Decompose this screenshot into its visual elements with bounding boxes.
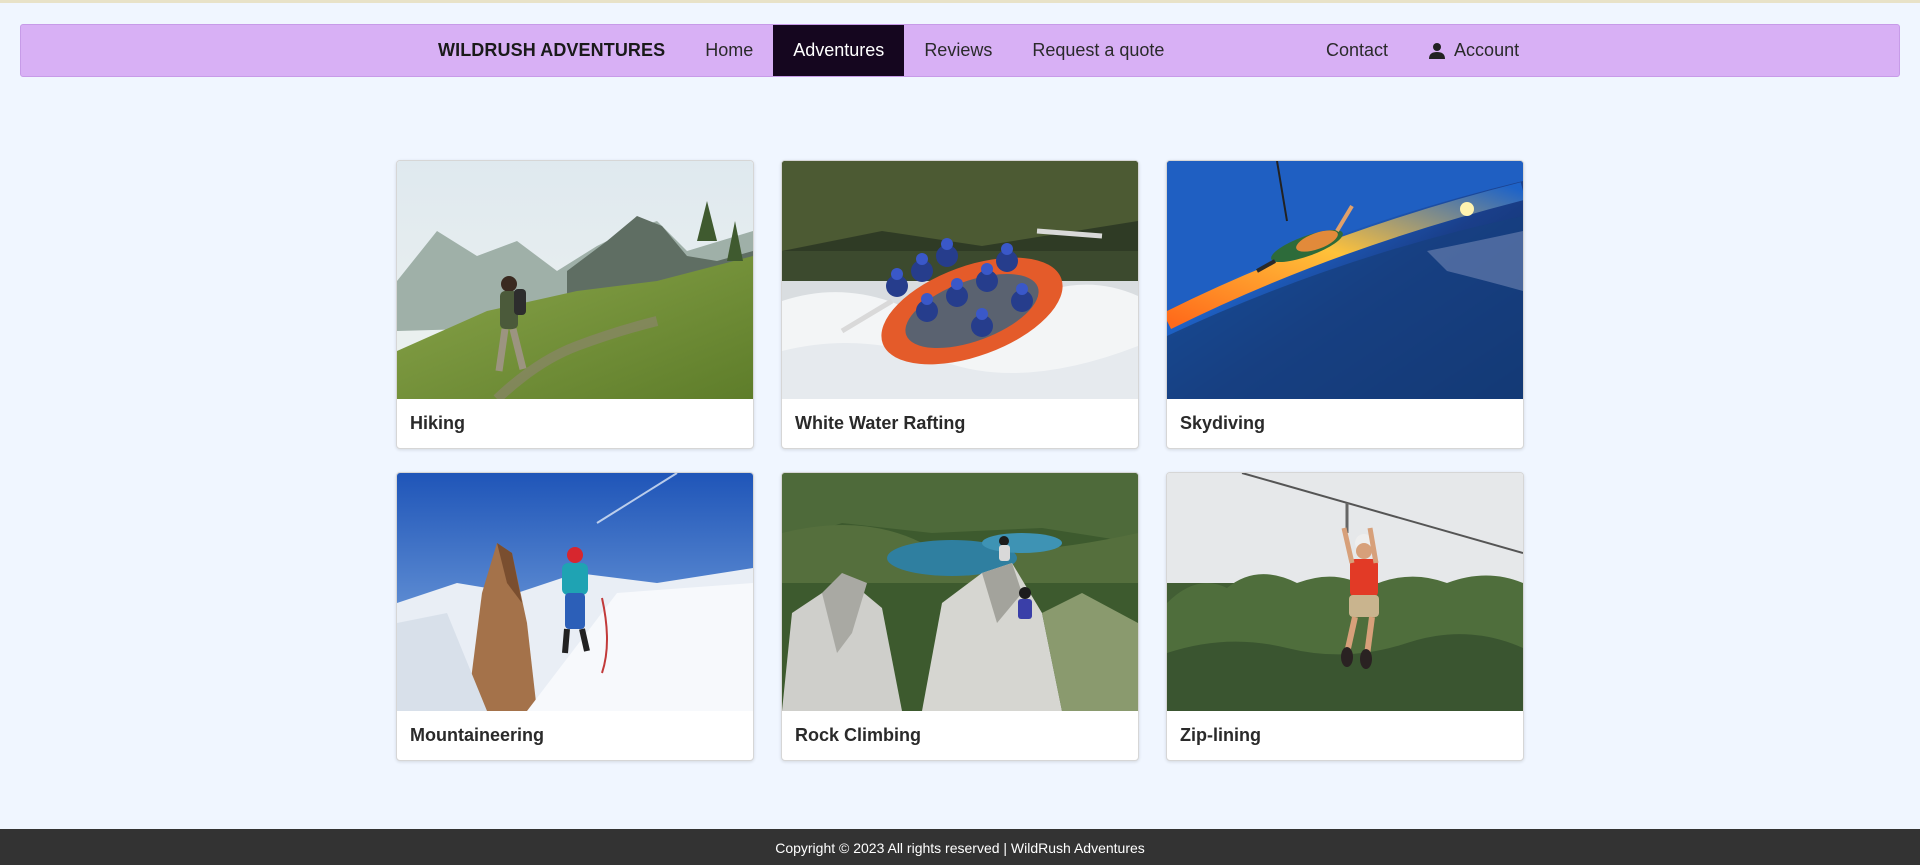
nav-home[interactable]: Home	[685, 25, 773, 76]
adventure-title: Hiking	[410, 413, 466, 433]
nav-right: Contact Account	[1306, 25, 1539, 76]
adventure-title: Mountaineering	[410, 725, 544, 745]
nav-adventures[interactable]: Adventures	[773, 25, 905, 76]
rock-climbing-photo	[782, 473, 1138, 711]
rafting-photo	[782, 161, 1138, 399]
skydiving-photo	[1167, 161, 1523, 399]
adventure-card-rock-climbing[interactable]: Rock Climbing	[781, 472, 1139, 761]
user-icon	[1429, 42, 1446, 59]
adventure-card-zip-lining[interactable]: Zip-lining	[1166, 472, 1524, 761]
nav-request-quote[interactable]: Request a quote	[1012, 25, 1184, 76]
adventure-card-hiking[interactable]: Hiking	[396, 160, 754, 449]
hiking-photo	[397, 161, 753, 399]
adventure-card-skydiving[interactable]: Skydiving	[1166, 160, 1524, 449]
adventure-title: Skydiving	[1180, 413, 1266, 433]
adventure-card-mountaineering[interactable]: Mountaineering	[396, 472, 754, 761]
brand-logo[interactable]: WILDRUSH ADVENTURES	[418, 25, 665, 76]
adventure-title: White Water Rafting	[795, 413, 966, 433]
adventure-title: Zip-lining	[1180, 725, 1261, 745]
nav-account-label: Account	[1454, 40, 1520, 60]
nav-left: WILDRUSH ADVENTURES Home Adventures Revi…	[418, 25, 1184, 76]
navbar: WILDRUSH ADVENTURES Home Adventures Revi…	[20, 24, 1900, 77]
adventures-grid: Hiking White Water Rafting Skydiving Mou…	[396, 160, 1524, 761]
nav-account[interactable]: Account	[1408, 25, 1539, 76]
zip-lining-photo	[1167, 473, 1523, 711]
mountaineering-photo	[397, 473, 753, 711]
copyright-text: Copyright © 2023 All rights reserved | W…	[775, 840, 1145, 856]
adventure-title: Rock Climbing	[795, 725, 922, 745]
top-rule	[0, 0, 1920, 3]
footer: Copyright © 2023 All rights reserved | W…	[0, 829, 1920, 865]
adventure-card-rafting[interactable]: White Water Rafting	[781, 160, 1139, 449]
nav-reviews[interactable]: Reviews	[904, 25, 1012, 76]
nav-contact[interactable]: Contact	[1306, 25, 1408, 76]
